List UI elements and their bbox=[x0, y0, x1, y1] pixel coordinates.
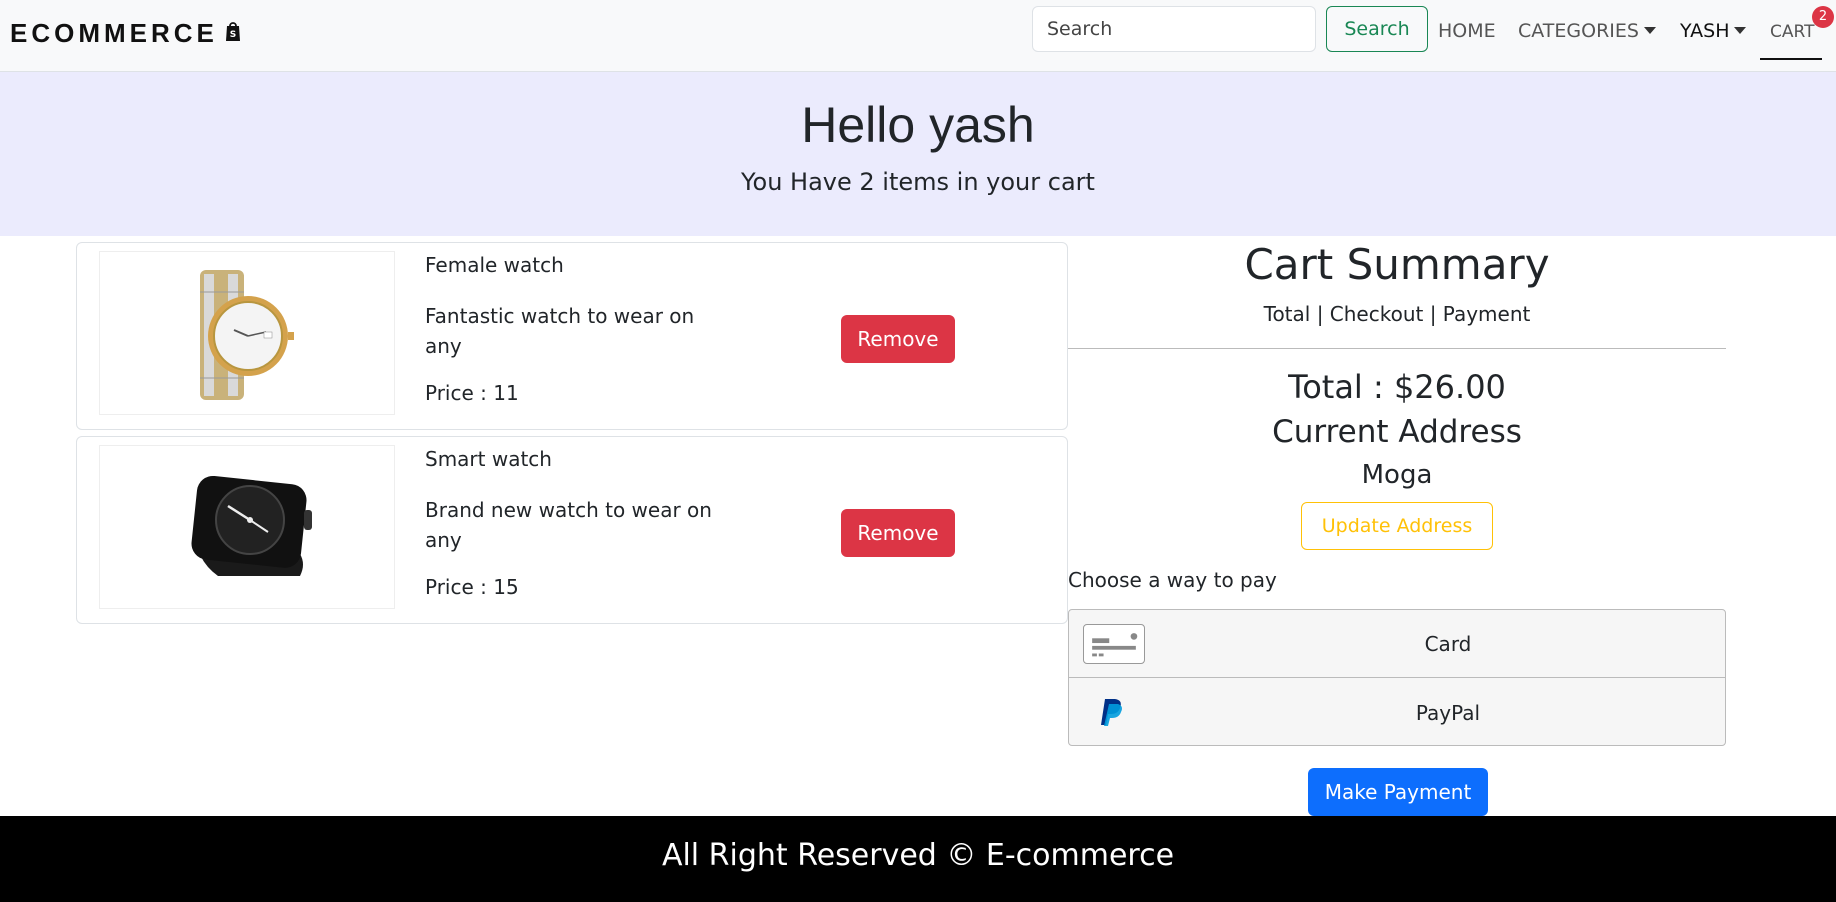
product-name: Female watch bbox=[425, 253, 564, 277]
search-button[interactable]: Search bbox=[1326, 6, 1428, 52]
smartwatch-image bbox=[191, 475, 312, 576]
footer: All Right Reserved © E-commerce bbox=[0, 816, 1836, 902]
paypal-icon bbox=[1101, 699, 1122, 726]
cart-count-badge: 2 bbox=[1812, 6, 1834, 28]
remove-item-button[interactable]: Remove bbox=[841, 315, 955, 363]
nav-cart-link[interactable]: CART bbox=[1770, 22, 1814, 42]
pay-option-card[interactable]: Card bbox=[1069, 610, 1725, 678]
product-image bbox=[99, 445, 395, 609]
product-name: Smart watch bbox=[425, 447, 552, 471]
cart-total: Total : $26.00 bbox=[1288, 368, 1506, 406]
product-description: Brand new watch to wear on any bbox=[425, 498, 712, 552]
svg-text:S: S bbox=[230, 30, 236, 40]
remove-item-button[interactable]: Remove bbox=[841, 509, 955, 557]
address-heading: Current Address bbox=[1272, 414, 1522, 450]
shopify-bag-icon: S bbox=[226, 22, 240, 41]
nav-categories-label: CATEGORIES bbox=[1518, 20, 1639, 42]
nav-categories-dropdown[interactable]: CATEGORIES bbox=[1518, 20, 1656, 42]
payment-method-label: Choose a way to pay bbox=[1068, 568, 1277, 592]
active-nav-underline bbox=[1760, 58, 1822, 60]
nav-user-label: YASH bbox=[1680, 20, 1730, 42]
summary-divider bbox=[1068, 348, 1726, 349]
pay-option-label: Card bbox=[1424, 632, 1472, 656]
nav-user-dropdown[interactable]: YASH bbox=[1680, 20, 1747, 42]
caret-down-icon bbox=[1643, 27, 1656, 34]
product-description: Fantastic watch to wear on any bbox=[425, 304, 695, 358]
current-address: Moga bbox=[1361, 460, 1433, 490]
brand-logo-text[interactable]: ECOMMERCE bbox=[10, 18, 218, 49]
pay-option-paypal[interactable]: PayPal bbox=[1069, 679, 1725, 745]
nav-home-link[interactable]: HOME bbox=[1438, 20, 1496, 42]
navbar: ECOMMERCE S Search HOME CATEGORIES YASH … bbox=[0, 0, 1836, 72]
footer-copyright: All Right Reserved © E-commerce bbox=[661, 838, 1175, 873]
credit-card-icon bbox=[1083, 624, 1145, 664]
search-input[interactable] bbox=[1032, 6, 1316, 52]
caret-down-icon bbox=[1734, 27, 1747, 34]
cart-item-card: Smart watch Brand new watch to wear on a… bbox=[76, 436, 1068, 624]
update-address-button[interactable]: Update Address bbox=[1301, 502, 1493, 550]
wristwatch-image bbox=[200, 270, 294, 400]
cart-summary-title: Cart Summary bbox=[1244, 240, 1550, 289]
make-payment-button[interactable]: Make Payment bbox=[1308, 768, 1488, 816]
cart-item-card: Female watch Fantastic watch to wear on … bbox=[76, 242, 1068, 430]
hero-subtitle: You Have 2 items in your cart bbox=[741, 168, 1095, 196]
pay-option-label: PayPal bbox=[1415, 701, 1481, 725]
product-image bbox=[99, 251, 395, 415]
product-price: Price : 11 bbox=[425, 381, 519, 405]
hero-title: Hello yash bbox=[801, 97, 1035, 153]
payment-options: Card PayPal bbox=[1068, 609, 1726, 746]
cart-summary-subtitle: Total | Checkout | Payment bbox=[1263, 302, 1531, 326]
hero-banner: Hello yash You Have 2 items in your cart bbox=[0, 72, 1836, 236]
product-price: Price : 15 bbox=[425, 575, 519, 599]
